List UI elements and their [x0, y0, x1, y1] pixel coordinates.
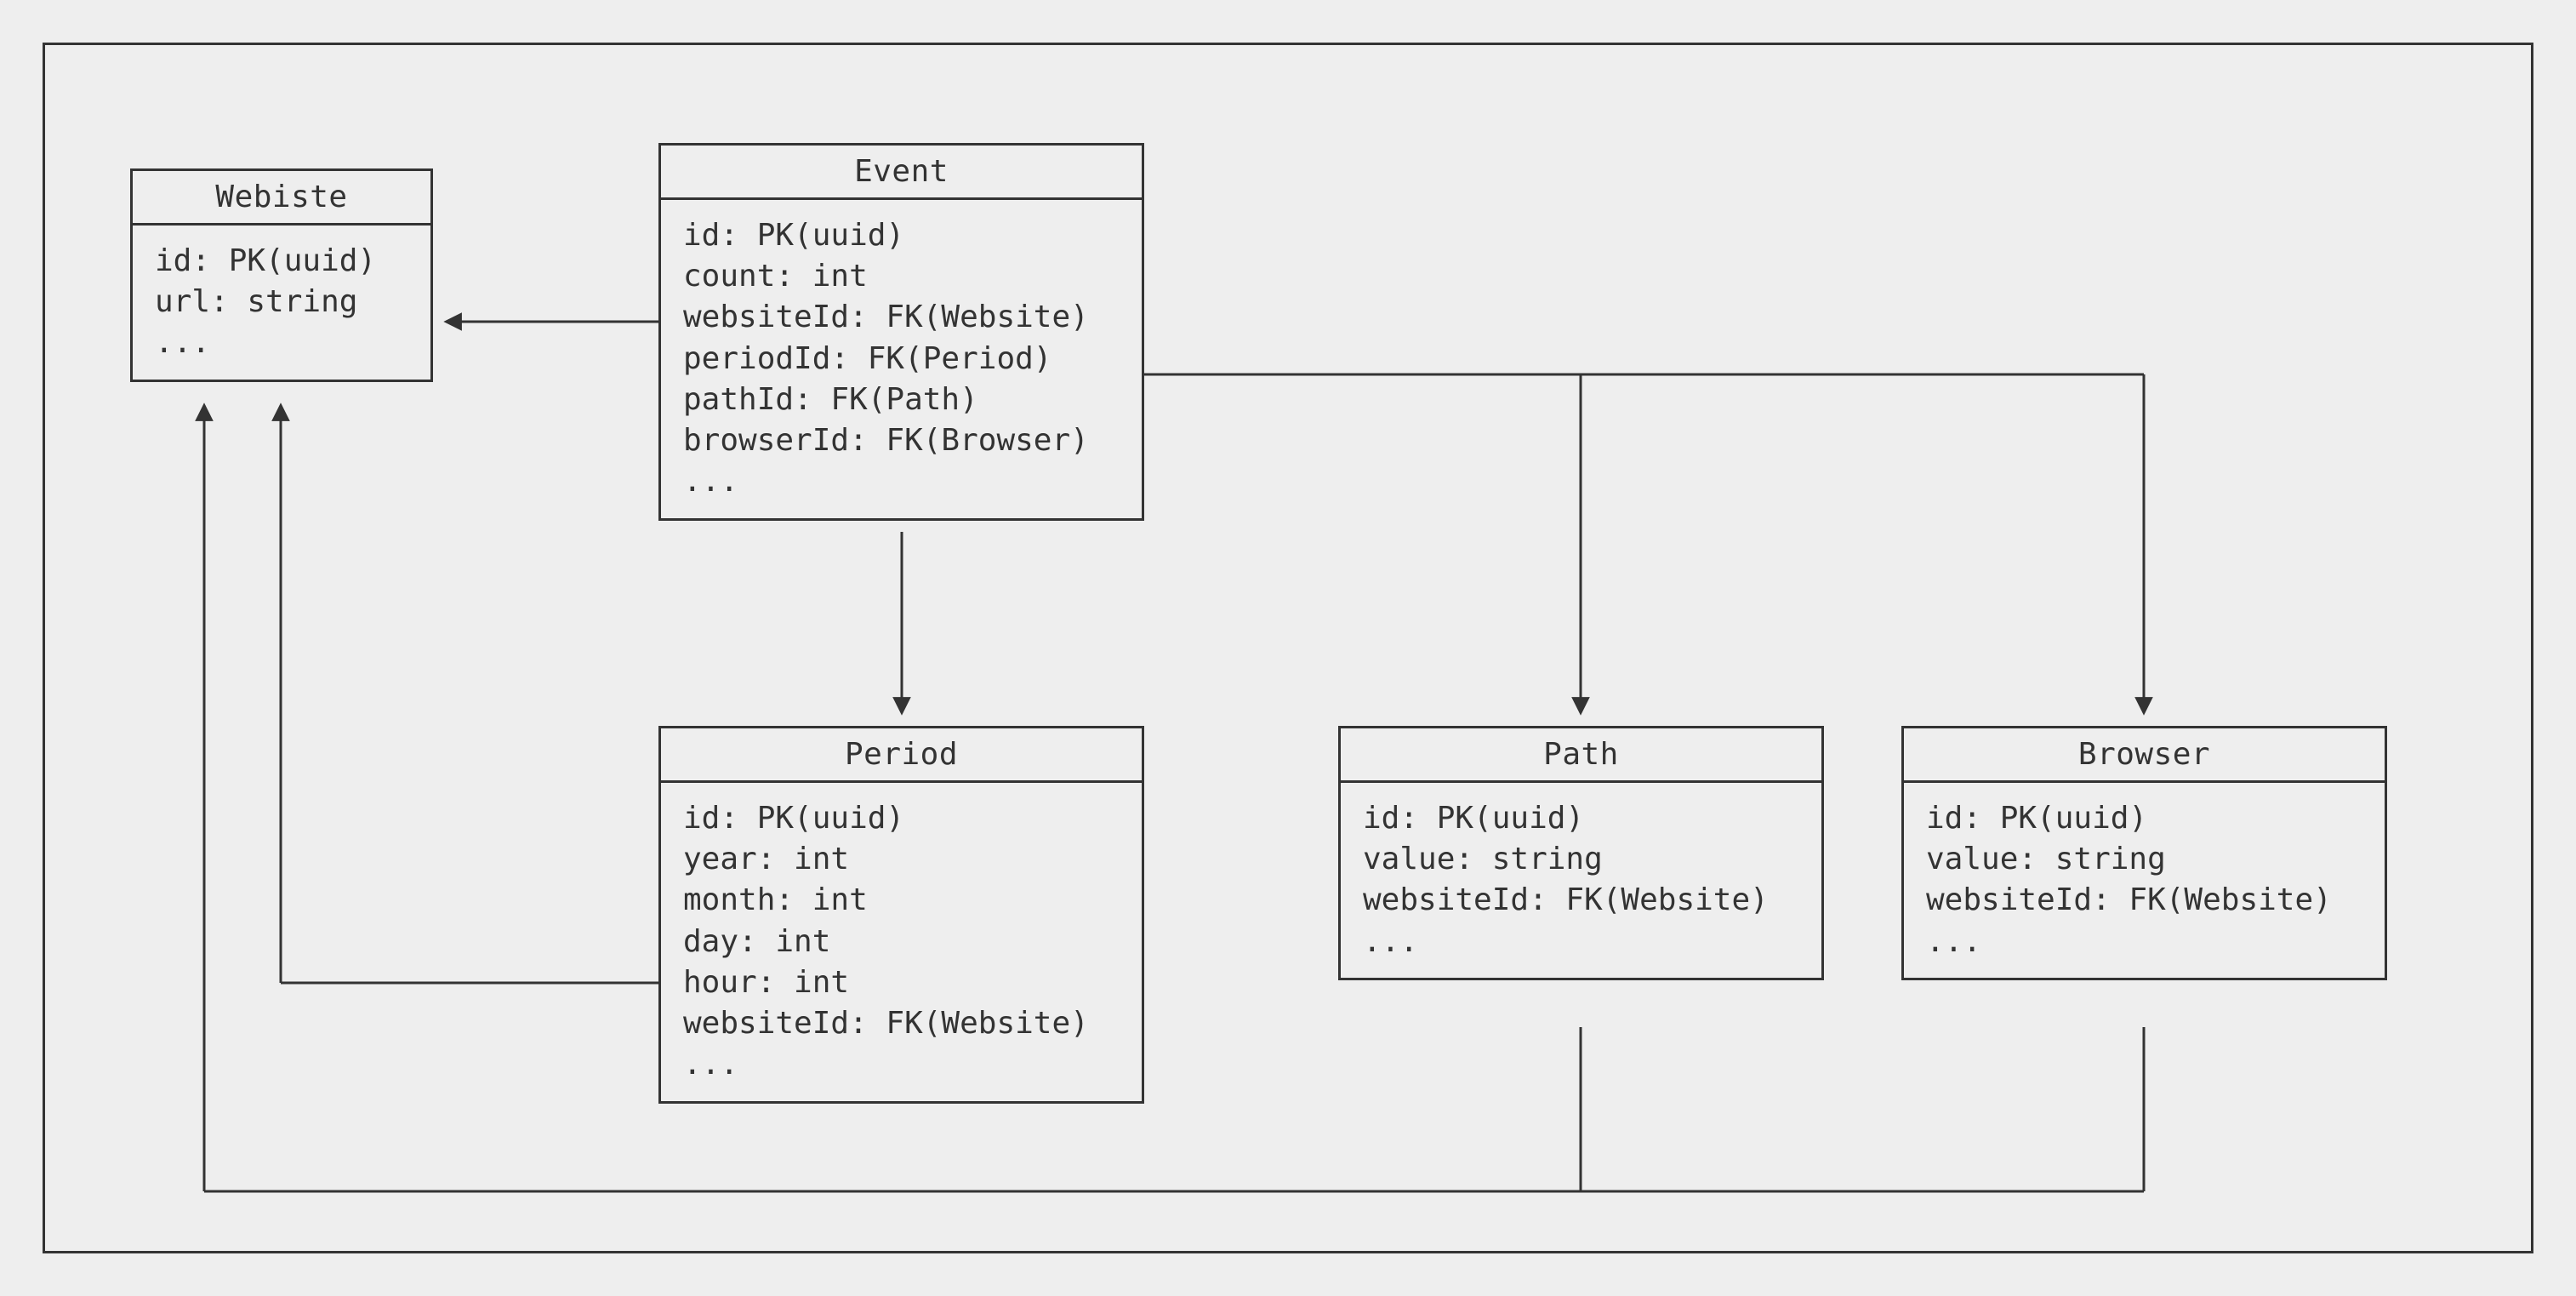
entity-browser-fields: id: PK(uuid) value: string websiteId: FK…: [1926, 801, 2332, 959]
entity-path-fields: id: PK(uuid) value: string websiteId: FK…: [1363, 801, 1769, 959]
entity-period-fields: id: PK(uuid) year: int month: int day: i…: [683, 801, 1089, 1082]
entity-website-body: id: PK(uuid) url: string ...: [133, 226, 430, 380]
entity-period-body: id: PK(uuid) year: int month: int day: i…: [661, 783, 1142, 1101]
entity-event-body: id: PK(uuid) count: int websiteId: FK(We…: [661, 200, 1142, 518]
entity-website: Webiste id: PK(uuid) url: string ...: [130, 168, 433, 382]
entity-browser-title: Browser: [1904, 728, 2385, 783]
entity-path: Path id: PK(uuid) value: string websiteI…: [1338, 726, 1824, 980]
entity-website-fields: id: PK(uuid) url: string ...: [155, 243, 376, 360]
entity-event-fields: id: PK(uuid) count: int websiteId: FK(We…: [683, 218, 1089, 499]
entity-period: Period id: PK(uuid) year: int month: int…: [658, 726, 1144, 1104]
entity-browser: Browser id: PK(uuid) value: string websi…: [1901, 726, 2387, 980]
er-diagram-canvas: Webiste id: PK(uuid) url: string ... Eve…: [0, 0, 2576, 1296]
entity-period-title: Period: [661, 728, 1142, 783]
entity-path-body: id: PK(uuid) value: string websiteId: FK…: [1341, 783, 1821, 978]
entity-event-title: Event: [661, 146, 1142, 200]
entity-path-title: Path: [1341, 728, 1821, 783]
entity-website-title: Webiste: [133, 171, 430, 226]
entity-browser-body: id: PK(uuid) value: string websiteId: FK…: [1904, 783, 2385, 978]
entity-event: Event id: PK(uuid) count: int websiteId:…: [658, 143, 1144, 521]
